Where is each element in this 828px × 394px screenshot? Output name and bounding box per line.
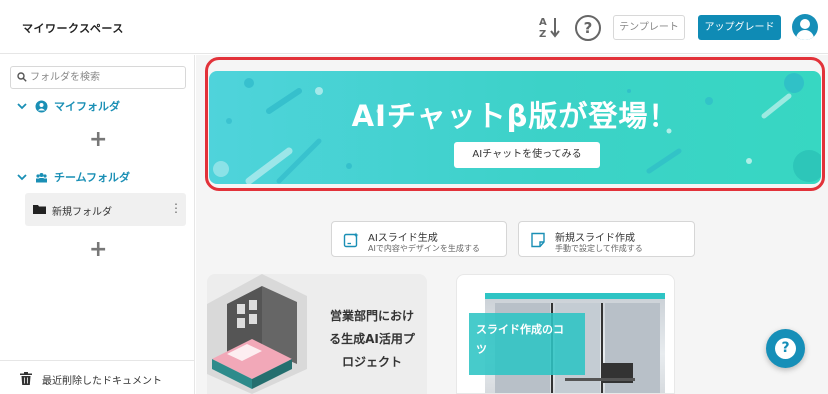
add-team-folder-button[interactable]: + [89, 239, 107, 261]
team-folder-header[interactable]: チームフォルダ [17, 169, 130, 185]
folder-search-input[interactable] [30, 69, 180, 86]
try-ai-chat-button[interactable]: AIチャットを使ってみる [454, 142, 600, 168]
template-button[interactable]: テンプレート [613, 15, 685, 40]
new-folder-label: 新規フォルダ [52, 207, 112, 218]
sidebar: マイフォルダ + チームフォルダ 新規フォルダ ⋮ + [0, 55, 195, 394]
template-card[interactable]: 営業部門におけ る生成AI活用プ ロジェクト [207, 274, 427, 394]
new-slide-button[interactable]: 新規スライド作成 手動で設定して作成する [518, 221, 695, 257]
team-icon [36, 172, 47, 182]
chevron-down-icon[interactable] [17, 172, 27, 182]
recently-deleted-link[interactable]: 最近削除したドキュメント [0, 360, 195, 394]
team-folder-label: チームフォルダ [54, 171, 131, 184]
search-icon [17, 72, 27, 82]
new-document-icon [531, 232, 545, 248]
user-circle-icon [35, 100, 48, 112]
template-card[interactable]: スライド作成のコ ツ [456, 274, 675, 394]
kebab-menu-icon[interactable]: ⋮ [170, 202, 182, 214]
ai-chat-banner[interactable]: AIチャットβ版が登場！ AIチャットを使ってみる [209, 71, 821, 184]
folder-search-box[interactable] [10, 66, 186, 89]
ai-sparkle-document-icon [343, 232, 359, 248]
new-slide-title: 新規スライド作成 [555, 233, 635, 244]
folder-icon [33, 205, 46, 214]
help-chat-button[interactable]: ? [766, 329, 805, 368]
template-title: スライド作成のコ ツ [476, 323, 564, 356]
help-icon[interactable]: ? [575, 15, 601, 41]
svg-text:A: A [539, 17, 547, 28]
my-folder-header[interactable]: マイフォルダ [17, 98, 120, 114]
template-title: 営業部門におけ る生成AI活用プ ロジェクト [329, 309, 415, 369]
ai-slide-subtitle: AIで内容やデザインを生成する [368, 244, 480, 253]
add-my-folder-button[interactable]: + [89, 129, 107, 151]
chevron-down-icon[interactable] [17, 101, 27, 111]
user-avatar[interactable] [792, 14, 818, 40]
recently-deleted-label: 最近削除したドキュメント [42, 376, 162, 387]
ai-slide-title: AIスライド生成 [368, 233, 438, 244]
main-content: AIチャットβ版が登場！ AIチャットを使ってみる AIスライド生成 AIで内容… [196, 55, 828, 394]
new-slide-subtitle: 手動で設定して作成する [555, 244, 643, 253]
upgrade-button[interactable]: アップグレード [698, 15, 781, 40]
top-header: マイワークスペース A Z ? テンプレート アップグレード [0, 0, 828, 54]
my-folder-label: マイフォルダ [54, 100, 120, 113]
trash-icon [20, 372, 32, 385]
question-icon: ? [775, 338, 796, 359]
new-folder-item[interactable]: 新規フォルダ ⋮ [25, 193, 186, 226]
banner-title: AIチャットβ版が登場！ [351, 99, 679, 133]
ai-slide-generate-button[interactable]: AIスライド生成 AIで内容やデザインを生成する [331, 221, 507, 257]
svg-text:Z: Z [539, 29, 546, 39]
workspace-title: マイワークスペース [22, 22, 124, 35]
isometric-room-illustration [207, 274, 307, 394]
sort-alpha-icon[interactable]: A Z [538, 15, 562, 39]
